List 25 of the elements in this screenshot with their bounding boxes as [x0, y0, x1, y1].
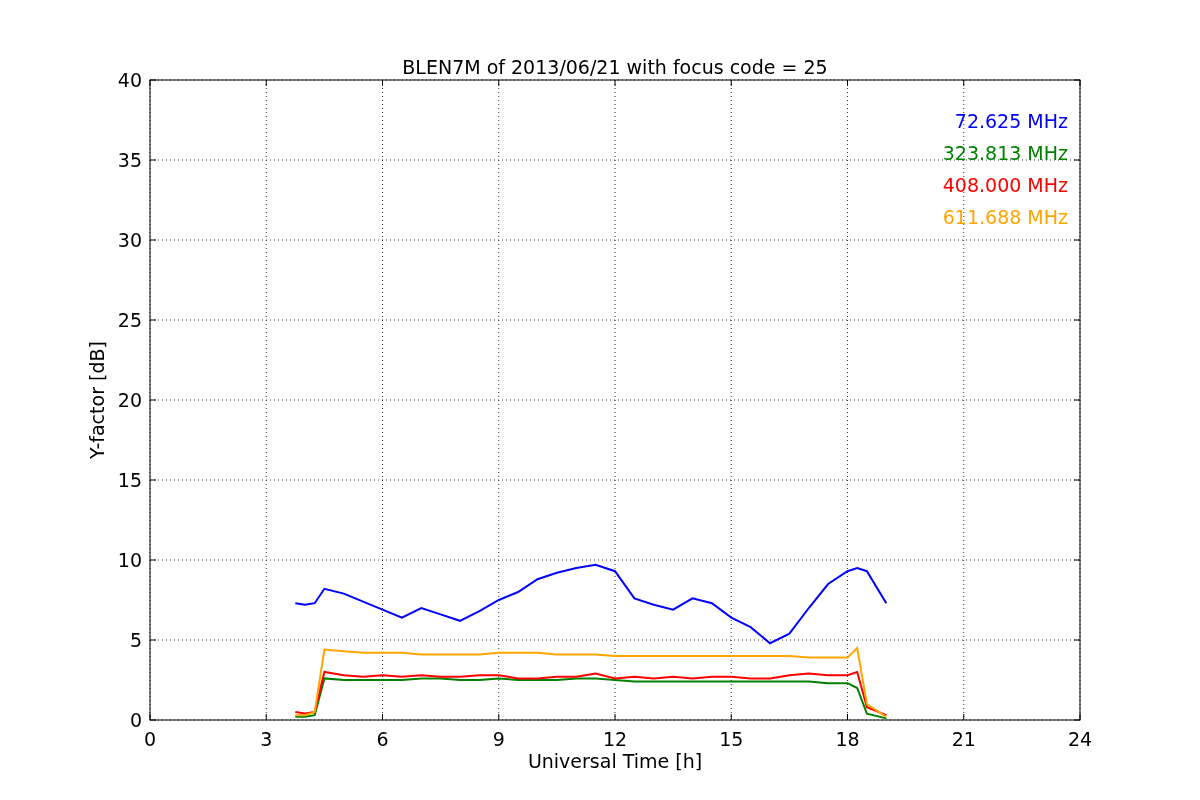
legend-label: 323.813 MHz — [942, 142, 1068, 164]
y-tick-label: 5 — [129, 629, 142, 651]
x-tick-label: 6 — [376, 728, 389, 750]
y-tick-label: 10 — [117, 549, 142, 571]
legend-label: 72.625 MHz — [954, 110, 1068, 132]
x-tick-label: 12 — [602, 728, 628, 750]
y-tick-label: 40 — [117, 69, 142, 91]
x-tick-label: 3 — [260, 728, 273, 750]
legend-label: 611.688 MHz — [942, 206, 1068, 228]
x-axis-label: Universal Time [h] — [527, 750, 703, 772]
x-tick-label: 0 — [143, 728, 157, 750]
y-tick-label: 20 — [117, 389, 142, 411]
y-tick-label: 15 — [117, 469, 142, 491]
x-tick-label: 15 — [719, 728, 744, 750]
y-tick-label: 30 — [117, 229, 142, 251]
y-tick-label: 0 — [129, 709, 142, 731]
x-tick-label: 24 — [1067, 728, 1093, 750]
legend-label: 408.000 MHz — [942, 174, 1068, 196]
y-tick-label: 35 — [117, 149, 142, 171]
x-tick-label: 9 — [492, 728, 505, 750]
x-tick-label: 21 — [951, 728, 976, 750]
y-tick-label: 25 — [117, 309, 142, 331]
chart-title: BLEN7M of 2013/06/21 with focus code = 25 — [402, 56, 828, 78]
y-axis-label: Y-factor [dB] — [86, 341, 108, 459]
x-tick-label: 18 — [835, 728, 860, 750]
